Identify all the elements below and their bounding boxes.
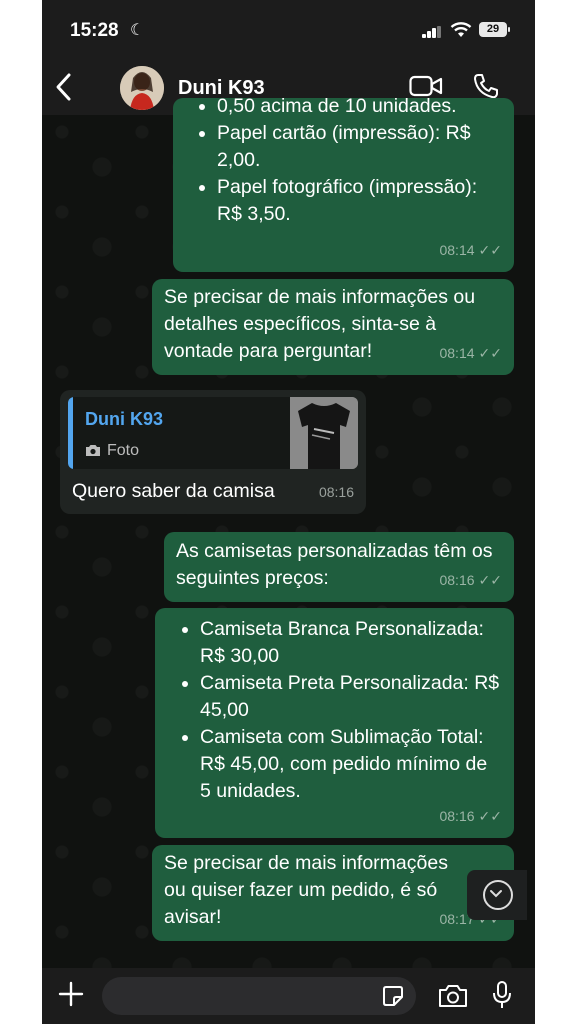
double-check-icon: ✓✓: [478, 808, 502, 824]
message-time: 08:16: [439, 808, 475, 824]
message-bubble-outgoing[interactable]: As camisetas personalizadas têm os segui…: [164, 532, 514, 602]
message-time: 08:14: [439, 242, 475, 258]
avatar[interactable]: [120, 66, 164, 110]
list-item: Camiseta Branca Personalizada: R$ 30,00: [200, 616, 502, 670]
message-bubble-outgoing[interactable]: Se precisar de mais informações ou detal…: [152, 279, 514, 375]
list-item: Camiseta com Sublimação Total: R$ 45,00,…: [200, 724, 502, 805]
quote-type: Foto: [85, 437, 139, 464]
wifi-icon: [450, 22, 472, 37]
phone-screen: 15:28 ☾ 29 Duni K93 • 0,50 acima de 10 u…: [42, 0, 535, 1024]
status-time: 15:28: [70, 20, 119, 41]
battery-icon: 29: [479, 22, 510, 37]
list-item: Papel cartão (impressão): R$ 2,00.: [217, 120, 502, 174]
camera-icon[interactable]: [438, 984, 468, 1008]
signal-icon: [422, 26, 442, 38]
double-check-icon: ✓✓: [478, 572, 502, 588]
message-meta: 08:14 ✓✓: [439, 340, 502, 367]
message-meta: 08:16 ✓✓: [439, 803, 502, 830]
message-time: 08:14: [439, 345, 475, 361]
message-text: Quero saber da camisa: [72, 480, 275, 502]
message-bubble-outgoing[interactable]: Camiseta Branca Personalizada: R$ 30,00 …: [155, 608, 514, 838]
message-input[interactable]: [102, 977, 416, 1015]
message-bubble-outgoing[interactable]: Se precisar de mais informações ou quise…: [152, 845, 514, 941]
quoted-message[interactable]: Duni K93 Foto: [68, 397, 358, 469]
double-check-icon: ✓✓: [478, 345, 502, 361]
message-meta: 08:16: [319, 479, 354, 506]
message-bubble-incoming[interactable]: Duni K93 Foto Quero saber da camisa 08:1…: [60, 390, 366, 514]
shirt-photo-thumbnail: [290, 397, 358, 469]
sticker-icon[interactable]: [382, 985, 404, 1007]
scroll-to-bottom-button[interactable]: [467, 870, 527, 920]
message-time: 08:16: [318, 484, 354, 500]
moon-icon: ☾: [130, 22, 145, 39]
quote-accent-bar: [68, 397, 73, 469]
message-meta: 08:16 ✓✓: [439, 567, 502, 594]
message-time: 08:16: [439, 572, 475, 588]
back-arrow-icon[interactable]: [54, 72, 74, 102]
list-item: Camiseta Preta Personalizada: R$ 45,00: [200, 670, 502, 724]
quote-type-label: Foto: [107, 442, 140, 459]
microphone-icon[interactable]: [492, 980, 512, 1010]
double-check-icon: ✓✓: [478, 242, 502, 258]
list-item: Papel fotográfico (impressão): R$ 3,50.: [217, 174, 502, 228]
plus-icon[interactable]: [58, 981, 84, 1007]
quote-author: Duni K93: [85, 409, 164, 429]
chevron-down-icon: [483, 880, 513, 910]
message-bubble-outgoing[interactable]: 0,50 acima de 10 unidades. Papel cartão …: [173, 95, 514, 272]
message-meta: 08:14 ✓✓: [439, 237, 502, 264]
list-item: 0,50 acima de 10 unidades.: [217, 93, 502, 120]
camera-small-icon: [86, 445, 100, 456]
message-composer: [42, 968, 535, 1024]
status-bar: 15:28 ☾ 29: [42, 0, 535, 60]
